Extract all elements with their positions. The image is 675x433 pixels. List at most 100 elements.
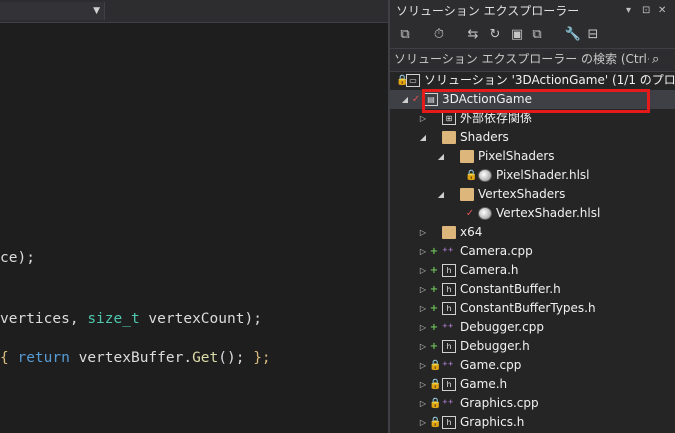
checked-in-lock-icon: 🔒 [429, 417, 442, 428]
code-line[interactable]: ce); [0, 250, 35, 266]
collapsed-arrow-icon[interactable]: ▷ [418, 318, 428, 337]
highlight-annotation [422, 89, 650, 113]
search-bar: ⌕ [390, 49, 675, 72]
close-icon[interactable]: ✕ [658, 0, 666, 22]
collapsed-arrow-icon[interactable]: ▷ [418, 299, 428, 318]
collapsed-arrow-icon[interactable]: ▷ [418, 413, 428, 432]
vs-switch-icon[interactable]: ⧉ [396, 25, 414, 45]
tree-item[interactable]: ▷ + h ConstantBuffer.h [390, 280, 675, 299]
search-icon[interactable]: ⌕ [652, 49, 659, 71]
history-icon[interactable]: ⏱ [430, 25, 448, 45]
tree-item[interactable]: ▷ 🔒 ⁺⁺ Game.cpp [390, 356, 675, 375]
code-token: return [17, 350, 70, 366]
chevron-down-icon[interactable]: ▼ [93, 2, 100, 20]
tree-item[interactable]: ▷ + ⁺⁺ Camera.cpp [390, 242, 675, 261]
tree-item[interactable]: 🔒 PixelShader.hlsl [390, 166, 675, 185]
sync-icon[interactable]: ⇆ [464, 25, 482, 45]
panel-title: ソリューション エクスプローラー [396, 4, 580, 18]
header-file-icon: h [442, 416, 456, 429]
search-input[interactable] [394, 50, 649, 68]
collapse-icon[interactable]: ▣ [508, 25, 526, 45]
collapsed-arrow-icon[interactable]: ▷ [418, 242, 428, 261]
cpp-file-icon: ⁺⁺ [442, 245, 454, 258]
expanded-arrow-icon[interactable]: ◢ [400, 90, 410, 109]
code-token: vertexCount); [139, 311, 262, 327]
pending-add-icon: + [429, 322, 439, 333]
pending-add-icon: + [429, 284, 439, 295]
cpp-file-icon: ⁺⁺ [442, 397, 454, 410]
checked-in-lock-icon: 🔒 [396, 75, 409, 86]
tree-item[interactable]: ▷ + h ConstantBufferTypes.h [390, 299, 675, 318]
tree-item-label: Camera.h [460, 263, 519, 277]
member-dropdown[interactable]: ▼ [0, 2, 105, 20]
tree-item-label: ConstantBufferTypes.h [460, 301, 596, 315]
tree-item[interactable]: ◢ Shaders [390, 128, 675, 147]
collapsed-arrow-icon[interactable]: ▷ [418, 356, 428, 375]
show-all-files-icon[interactable]: ⧉ [528, 25, 546, 45]
expanded-arrow-icon[interactable]: ◢ [418, 128, 428, 147]
tree-item[interactable]: ▷ + h Debugger.h [390, 337, 675, 356]
solution-icon: ▭ [406, 74, 420, 87]
preview-icon[interactable]: ⊟ [584, 25, 602, 45]
refresh-icon[interactable]: ↻ [486, 25, 504, 45]
collapsed-arrow-icon[interactable]: ▷ [418, 223, 428, 242]
panel-title-bar: ソリューション エクスプローラー ▾ ⊡ ✕ [390, 0, 675, 22]
header-file-icon: h [442, 264, 456, 277]
collapsed-arrow-icon[interactable]: ▷ [418, 280, 428, 299]
solution-explorer-panel: ソリューション エクスプローラー ▾ ⊡ ✕ ⧉⏱⇆↻▣⧉🔧⊟ ⌕ 🔒▭ソリュー… [390, 0, 675, 433]
tree-item-label: Shaders [460, 130, 509, 144]
code-token: vertexBuffer. [69, 350, 193, 366]
expanded-arrow-icon[interactable]: ◢ [436, 185, 446, 204]
solution-explorer-toolbar: ⧉ ⏱ ⇆ ↻ ▣ ⧉ 🔧 ⊟ [390, 22, 675, 49]
tree-item[interactable]: 🔒▭ ソリューション '3DActionGame' (1/1 のプロジェクト) [390, 71, 675, 90]
tree-item-label: Game.cpp [460, 358, 522, 372]
dock-icon[interactable]: ⊡ [642, 0, 650, 22]
code-line[interactable]: vertices, size_t vertexCount); [0, 311, 262, 327]
tree-item[interactable]: ◢ VertexShaders [390, 185, 675, 204]
code-token: { [0, 350, 18, 366]
code-line[interactable]: { return vertexBuffer.Get(); }; [0, 350, 271, 366]
tree-item-label: ソリューション '3DActionGame' (1/1 のプロジェクト) [424, 73, 675, 87]
tree-item-label: Debugger.cpp [460, 320, 544, 334]
header-file-icon: h [442, 283, 456, 296]
hlsl-file-icon [478, 207, 492, 220]
collapsed-arrow-icon[interactable]: ▷ [418, 394, 428, 413]
folder-icon [442, 131, 456, 144]
collapsed-arrow-icon[interactable]: ▷ [418, 375, 428, 394]
tree-item[interactable]: ▷ x64 [390, 223, 675, 242]
header-file-icon: h [442, 340, 456, 353]
pending-add-icon: + [429, 265, 439, 276]
tree-item[interactable]: ▷ 🔒 ⁺⁺ Graphics.cpp [390, 394, 675, 413]
folder-icon [460, 188, 474, 201]
pending-add-icon: + [429, 246, 439, 257]
collapsed-arrow-icon[interactable]: ▷ [418, 337, 428, 356]
tree-item-label: x64 [460, 225, 483, 239]
expanded-arrow-icon[interactable]: ◢ [436, 147, 446, 166]
code-token: Get [192, 350, 219, 366]
tree-item-label: ConstantBuffer.h [460, 282, 561, 296]
properties-icon[interactable]: 🔧 [564, 25, 582, 45]
checked-in-lock-icon: 🔒 [429, 398, 442, 409]
tree-item[interactable]: ▷ + h Camera.h [390, 261, 675, 280]
tree-item-label: Game.h [460, 377, 508, 391]
tree-item-label: VertexShaders [478, 187, 566, 201]
header-file-icon: h [442, 302, 456, 315]
tree-item[interactable]: ▷ 🔒 h Graphics.h [390, 413, 675, 432]
checked-out-icon: ✓ [411, 94, 421, 105]
code-token: ce); [0, 250, 35, 266]
pending-add-icon: + [429, 341, 439, 352]
tree-item[interactable]: ◢ PixelShaders [390, 147, 675, 166]
tree-item-label: PixelShaders [478, 149, 555, 163]
tree-item[interactable]: ✓ VertexShader.hlsl [390, 204, 675, 223]
header-file-icon: h [442, 378, 456, 391]
code-token: size_t [87, 311, 140, 327]
cpp-file-icon: ⁺⁺ [442, 359, 454, 372]
pin-dropdown-icon[interactable]: ▾ [626, 0, 631, 22]
pending-add-icon: + [429, 303, 439, 314]
collapsed-arrow-icon[interactable]: ▷ [418, 261, 428, 280]
tree-item[interactable]: ▷ + ⁺⁺ Debugger.cpp [390, 318, 675, 337]
code-editor[interactable]: ▼ ce); vertices, size_t vertexCount); { re… [0, 0, 388, 433]
folder-icon [442, 226, 456, 239]
tree-item-label: Graphics.cpp [460, 396, 539, 410]
tree-item[interactable]: ▷ 🔒 h Game.h [390, 375, 675, 394]
